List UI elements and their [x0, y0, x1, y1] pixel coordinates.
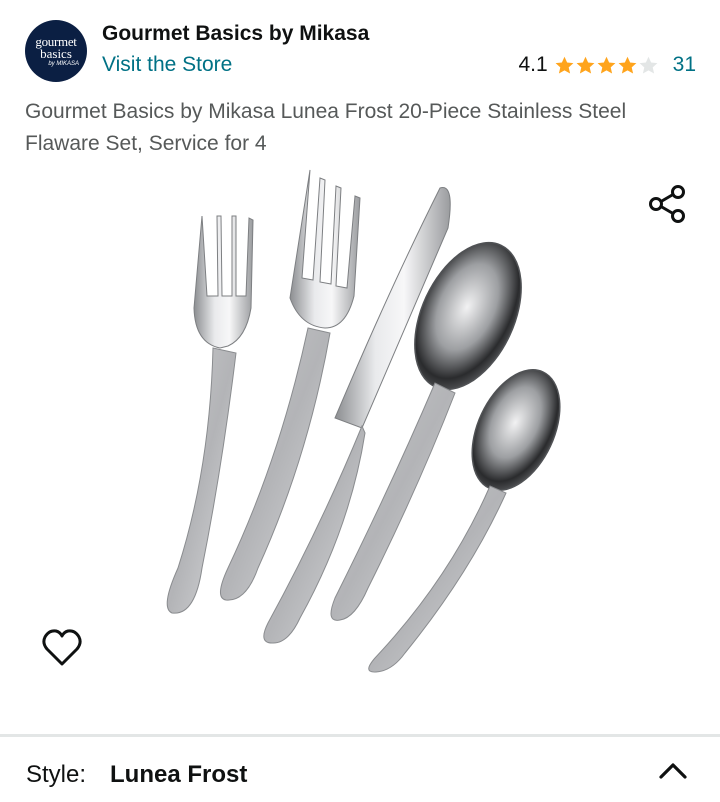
store-logo[interactable]: gourmet basics by MIKASA [25, 20, 87, 82]
star-full-icon [555, 56, 574, 74]
rating-value: 4.1 [518, 53, 548, 76]
chevron-up-icon[interactable] [656, 756, 690, 786]
product-image-carousel[interactable] [0, 160, 720, 700]
store-logo-text-2: basics [40, 46, 72, 61]
brand-name: Gourmet Basics by Mikasa [102, 22, 370, 45]
store-logo-text-3: by MIKASA [48, 61, 79, 67]
visit-store-link[interactable]: Visit the Store [102, 53, 232, 77]
style-label: Style: [26, 761, 87, 788]
star-full-icon [618, 56, 637, 74]
share-icon[interactable] [646, 182, 690, 226]
heart-outline-icon[interactable] [40, 626, 84, 670]
product-title: Gourmet Basics by Mikasa Lunea Frost 20-… [25, 100, 627, 155]
star-rating [554, 55, 659, 76]
style-selected-value: Lunea Frost [110, 761, 248, 788]
dinner-fork [220, 169, 361, 601]
section-divider [0, 734, 720, 737]
star-full-icon [597, 56, 616, 74]
rating-count-link[interactable]: 31 [673, 53, 696, 77]
star-empty-icon [639, 56, 658, 74]
flatware-set-image[interactable] [150, 168, 580, 678]
star-full-icon [576, 56, 595, 74]
rating-summary[interactable]: 4.1 31 [518, 52, 696, 78]
